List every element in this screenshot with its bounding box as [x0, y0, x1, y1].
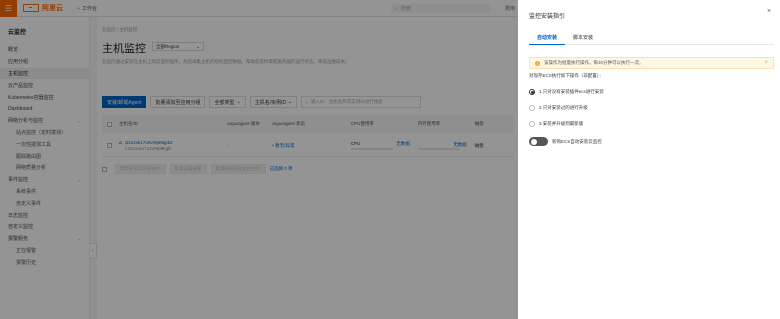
auto-install-toggle-row: 新购ECS自动安装云监控	[529, 137, 602, 146]
radio-option-3[interactable]	[529, 121, 535, 127]
tab-script-install[interactable]: 脚本安装	[565, 30, 601, 45]
option-upgrade-only[interactable]: 2.只对安装过的进行升级	[529, 105, 588, 111]
option-install-and-upgrade[interactable]: 3.安装并升级到最新版	[529, 121, 583, 127]
tab-auto-install[interactable]: 自动安装	[529, 30, 566, 45]
drawer-title: 监控安装指引	[529, 14, 566, 20]
install-question: 对现存ECS执行如下操作（非配置）：	[529, 73, 604, 78]
modal-overlay[interactable]	[0, 0, 518, 319]
alert-close-icon[interactable]: ×	[764, 60, 768, 66]
radio-option-1[interactable]	[529, 89, 535, 95]
auto-install-toggle[interactable]	[529, 137, 548, 146]
option-label-1: 1.只对没有安装插件ecs进行安装	[539, 89, 604, 94]
option-label-3: 3.安装并升级到最新版	[539, 121, 584, 126]
close-icon[interactable]: ×	[767, 8, 771, 15]
radio-option-2[interactable]	[529, 105, 535, 111]
option-label-2: 2.只对安装过的进行升级	[539, 105, 588, 110]
install-guide-drawer: 监控安装指引 × 自动安装 脚本安装 ! 该操作为批量执行操作，每30分钟可以执…	[518, 0, 780, 319]
toggle-label: 新购ECS自动安装云监控	[552, 138, 602, 144]
drawer-tabs: 自动安装 脚本安装	[529, 30, 774, 45]
alert-text: 该操作为批量执行操作，每30分钟可以执行一次。	[544, 60, 644, 65]
option-install-only[interactable]: 1.只对没有安装插件ecs进行安装	[529, 89, 604, 95]
warning-icon: !	[535, 60, 540, 66]
warning-alert: ! 该操作为批量执行操作，每30分钟可以执行一次。 ×	[529, 57, 774, 69]
